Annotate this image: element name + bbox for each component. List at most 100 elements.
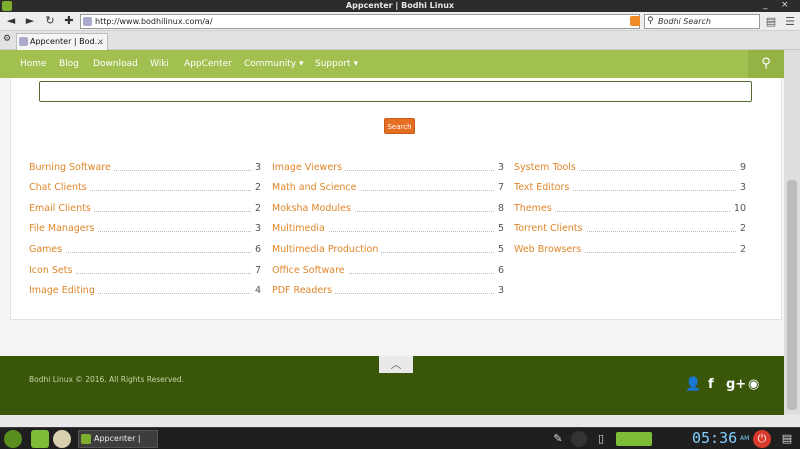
category-count: 4 <box>251 284 261 298</box>
close-window-button[interactable]: × <box>781 0 789 10</box>
category-name: File Managers <box>29 222 98 236</box>
category-burning-software[interactable]: Burning Software 3 <box>29 161 261 175</box>
category-torrent-clients[interactable]: Torrent Clients 2 <box>514 222 746 236</box>
page-content: Search Burning Software 3 Chat Clients 2… <box>0 78 784 356</box>
downloads-icon[interactable]: ▤ <box>764 15 778 28</box>
category-chat-clients[interactable]: Chat Clients 2 <box>29 181 261 195</box>
category-count: 6 <box>494 264 504 278</box>
desktop-taskbar: Appcenter | Bod... ✎ ▯ 05:36 AM ⏻ ▤ <box>0 427 800 449</box>
clock-time: 05:36 <box>692 429 738 447</box>
category-name: Games <box>29 243 66 257</box>
site-nav: Home Blog Download Wiki AppCenter Commun… <box>0 50 784 78</box>
clipboard-icon[interactable]: ▯ <box>593 431 609 447</box>
category-name: Themes <box>514 202 555 216</box>
category-count: 3 <box>251 161 261 175</box>
category-count: 10 <box>730 202 746 216</box>
category-text-editors[interactable]: Text Editors 3 <box>514 181 746 195</box>
category-icon-sets[interactable]: Icon Sets 7 <box>29 264 261 278</box>
forward-button[interactable]: ► <box>23 14 37 28</box>
user-icon[interactable]: 👤 <box>685 377 701 392</box>
category-multimedia[interactable]: Multimedia 5 <box>272 222 504 236</box>
category-name: Chat Clients <box>29 181 90 195</box>
launcher-app-icon[interactable] <box>31 430 49 448</box>
tray-menu-icon[interactable]: ▤ <box>779 431 795 447</box>
category-email-clients[interactable]: Email Clients 2 <box>29 202 261 216</box>
search-icon: ⚲ <box>647 16 654 26</box>
category-name: Text Editors <box>514 181 573 195</box>
reload-button[interactable]: ↻ <box>43 14 57 28</box>
tab-favicon-icon <box>19 37 28 46</box>
category-count: 5 <box>494 243 504 257</box>
category-image-viewers[interactable]: Image Viewers 3 <box>272 161 504 175</box>
page-scrollbar[interactable] <box>784 50 800 415</box>
task-label: Appcenter | Bod... <box>94 434 141 443</box>
category-name: Icon Sets <box>29 264 76 278</box>
category-moksha-modules[interactable]: Moksha Modules 8 <box>272 202 504 216</box>
menu-icon[interactable]: ☰ <box>783 15 797 28</box>
browser-search-input[interactable]: ⚲ Bodhi Search <box>644 14 760 29</box>
facebook-icon[interactable]: f <box>708 377 714 392</box>
tab-label: Appcenter | Bod... <box>30 37 103 46</box>
rss-icon[interactable] <box>630 16 640 26</box>
tab-tools-icon[interactable]: ⚙ <box>3 34 11 44</box>
category-count: 2 <box>736 243 746 257</box>
power-icon[interactable]: ⏻ <box>753 430 771 448</box>
category-count: 5 <box>494 222 504 236</box>
category-games[interactable]: Games 6 <box>29 243 261 257</box>
category-count: 6 <box>251 243 261 257</box>
launcher-browser-icon[interactable] <box>53 430 71 448</box>
back-button[interactable]: ◄ <box>4 14 18 28</box>
category-themes[interactable]: Themes 10 <box>514 202 746 216</box>
bookmark-icon[interactable]: ✚ <box>62 14 76 28</box>
category-count: 7 <box>494 181 504 195</box>
category-multimedia-production[interactable]: Multimedia Production 5 <box>272 243 504 257</box>
rss-feed-icon[interactable]: ◉ <box>748 377 759 392</box>
google-plus-icon[interactable]: g+ <box>726 377 746 392</box>
category-pdf-readers[interactable]: PDF Readers 3 <box>272 284 504 298</box>
nav-community[interactable]: Community ▾ <box>244 50 303 78</box>
category-count: 2 <box>251 202 261 216</box>
window-title: Appcenter | Bodhi Linux <box>345 1 455 10</box>
category-count: 9 <box>736 161 746 175</box>
tab-strip: ⚙ Appcenter | Bod... × <box>0 31 800 50</box>
category-name: Moksha Modules <box>272 202 354 216</box>
window-titlebar: Appcenter | Bodhi Linux _ × <box>0 0 800 12</box>
category-web-browsers[interactable]: Web Browsers 2 <box>514 243 746 257</box>
nav-download[interactable]: Download <box>93 50 138 78</box>
browser-search-placeholder: Bodhi Search <box>658 17 711 26</box>
pen-icon[interactable]: ✎ <box>550 431 566 447</box>
battery-indicator[interactable] <box>616 432 652 446</box>
category-system-tools[interactable]: System Tools 9 <box>514 161 746 175</box>
nav-home[interactable]: Home <box>20 50 47 78</box>
nav-wiki[interactable]: Wiki <box>150 50 169 78</box>
minimize-button[interactable]: _ <box>763 0 768 10</box>
taskbar-task-appcenter[interactable]: Appcenter | Bod... <box>78 430 158 448</box>
category-count: 3 <box>494 161 504 175</box>
category-name: Math and Science <box>272 181 360 195</box>
browser-toolbar: ◄ ► ↻ ✚ http://www.bodhilinux.com/a/ ⚲ B… <box>0 12 800 31</box>
category-name: Image Viewers <box>272 161 346 175</box>
app-search-input[interactable] <box>39 81 752 102</box>
tab-close-icon[interactable]: × <box>97 34 104 49</box>
category-name: Torrent Clients <box>514 222 586 236</box>
category-count: 2 <box>736 222 746 236</box>
site-footer: ︿ Bodhi Linux © 2016. All Rights Reserve… <box>0 356 784 415</box>
category-math-and-science[interactable]: Math and Science 7 <box>272 181 504 195</box>
tab-appcenter[interactable]: Appcenter | Bod... × <box>16 33 108 50</box>
nav-support[interactable]: Support ▾ <box>315 50 358 78</box>
category-office-software[interactable]: Office Software 6 <box>272 264 504 278</box>
category-image-editing[interactable]: Image Editing 4 <box>29 284 261 298</box>
url-input[interactable]: http://www.bodhilinux.com/a/ <box>80 14 640 29</box>
start-menu-icon[interactable] <box>4 430 22 448</box>
site-search-icon[interactable]: ⚲ <box>748 50 784 78</box>
site-favicon-icon <box>83 17 92 26</box>
category-name: PDF Readers <box>272 284 336 298</box>
nav-blog[interactable]: Blog <box>59 50 79 78</box>
category-count: 3 <box>736 181 746 195</box>
back-to-top-button[interactable]: ︿ <box>379 356 413 373</box>
alien-icon[interactable] <box>571 431 587 447</box>
category-file-managers[interactable]: File Managers 3 <box>29 222 261 236</box>
scrollbar-thumb[interactable] <box>787 180 797 410</box>
search-button[interactable]: Search <box>384 118 415 134</box>
nav-appcenter[interactable]: AppCenter <box>184 50 232 78</box>
